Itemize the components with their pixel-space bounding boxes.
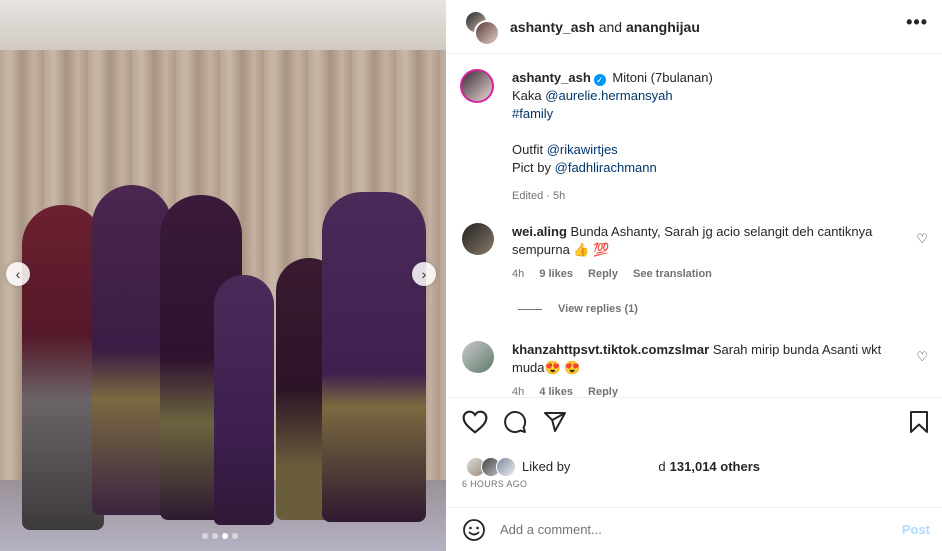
carousel-dot xyxy=(212,533,218,539)
post-button[interactable]: Post xyxy=(902,522,930,537)
collab-avatars[interactable] xyxy=(464,9,500,46)
caption-prefix: Outfit xyxy=(512,142,544,157)
comment: wei.aling Bunda Ashanty, Sarah jg acio s… xyxy=(462,223,932,283)
post-details-panel: ashanty_ash and ananghijau ••• ashanty_a… xyxy=(446,0,942,551)
hashtag-link[interactable]: #family xyxy=(512,106,553,121)
add-comment-bar: Add a comment... Post xyxy=(446,507,942,551)
photo-ceiling xyxy=(0,0,446,54)
mention-link[interactable]: @rikawirtjes xyxy=(547,142,618,157)
carousel-dot xyxy=(232,533,238,539)
comment-body: wei.aling Bunda Ashanty, Sarah jg acio s… xyxy=(512,223,902,283)
post-actions xyxy=(446,397,942,451)
header-and: and xyxy=(598,18,623,35)
see-translation-button[interactable]: See translation xyxy=(633,268,712,280)
header-username-1[interactable]: ashanty_ash xyxy=(510,19,595,35)
comment-meta: 4h 4 likes Reply xyxy=(512,383,902,397)
liker-avatars[interactable] xyxy=(462,456,520,477)
caption-meta: Edited · 5h xyxy=(512,190,566,202)
view-replies-label: View replies (1) xyxy=(558,303,638,315)
likes-summary: Liked by d 131,014 others xyxy=(462,456,760,477)
caption-line: Mitoni (7bulanan) xyxy=(612,70,713,85)
avatar[interactable] xyxy=(462,223,494,255)
post-timestamp[interactable]: 6 HOURS AGO xyxy=(462,479,527,489)
comment: khanzahttpsvt.tiktok.comzslmar Sarah mir… xyxy=(462,341,932,397)
post-header: ashanty_ash and ananghijau ••• xyxy=(446,0,942,54)
caption-prefix: Pict by xyxy=(512,160,552,175)
comment-time: 4h xyxy=(512,386,525,397)
avatar[interactable] xyxy=(460,69,494,103)
liked-by-prefix: Liked by xyxy=(522,458,571,474)
comments-scroll[interactable]: ashanty_ash ✓ Mitoni (7bulanan) Kaka @aur… xyxy=(446,55,942,397)
emoji-icon[interactable] xyxy=(462,518,486,542)
reply-button[interactable]: Reply xyxy=(588,268,618,280)
comment-meta: 4h 9 likes Reply See translation xyxy=(512,265,902,283)
caption-text: ashanty_ash ✓ Mitoni (7bulanan) Kaka @aur… xyxy=(512,69,912,205)
avatar xyxy=(496,457,516,477)
comment-input[interactable]: Add a comment... xyxy=(500,522,602,537)
divider xyxy=(518,308,542,310)
carousel-dots xyxy=(202,533,238,539)
share-icon[interactable] xyxy=(543,410,567,439)
avatar[interactable] xyxy=(462,341,494,373)
caption-username[interactable]: ashanty_ash xyxy=(512,70,591,85)
previous-photo-button[interactable]: ‹ xyxy=(6,262,30,286)
comment-text: Bunda Ashanty, Sarah jg acio selangit de… xyxy=(512,224,873,257)
photo-person xyxy=(322,192,426,522)
caption-prefix: Kaka xyxy=(512,88,542,103)
comment-username[interactable]: khanzahttpsvt.tiktok.comzslmar xyxy=(512,342,709,357)
comment-likes[interactable]: 4 likes xyxy=(539,386,573,397)
post-photo: ‹ › xyxy=(0,0,446,551)
avatar xyxy=(474,19,500,46)
reply-button[interactable]: Reply xyxy=(588,386,618,397)
heart-icon[interactable]: ♡ xyxy=(916,231,928,247)
caption: ashanty_ash ✓ Mitoni (7bulanan) Kaka @aur… xyxy=(460,69,912,205)
likes-count[interactable]: 131,014 others xyxy=(670,459,760,474)
bookmark-icon[interactable] xyxy=(908,410,930,439)
comment-username[interactable]: wei.aling xyxy=(512,224,567,239)
comment-likes[interactable]: 9 likes xyxy=(539,268,573,280)
verified-icon: ✓ xyxy=(593,74,606,86)
liked-by-joiner: d xyxy=(658,458,666,474)
photo-person xyxy=(214,275,274,525)
view-replies-button[interactable]: View replies (1) xyxy=(518,303,638,315)
comment-time: 4h xyxy=(512,268,525,280)
heart-icon[interactable]: ♡ xyxy=(916,349,928,365)
more-icon[interactable]: ••• xyxy=(906,12,928,33)
header-username-2[interactable]: ananghijau xyxy=(626,19,700,35)
next-photo-button[interactable]: › xyxy=(412,262,436,286)
header-title: ashanty_ash and ananghijau xyxy=(510,19,700,35)
mention-link[interactable]: @aurelie.hermansyah xyxy=(545,88,672,103)
carousel-dot xyxy=(202,533,208,539)
comment-icon[interactable] xyxy=(503,410,527,439)
heart-icon[interactable] xyxy=(462,410,488,439)
comment-body: khanzahttpsvt.tiktok.comzslmar Sarah mir… xyxy=(512,341,902,397)
mention-link[interactable]: @fadhlirachmann xyxy=(555,160,657,175)
carousel-dot-active xyxy=(222,533,228,539)
